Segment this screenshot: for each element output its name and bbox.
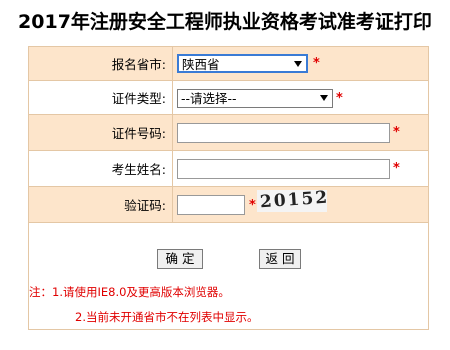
required-mark: *	[393, 125, 400, 140]
name-row: 考生姓名: *	[29, 151, 428, 187]
required-mark: *	[313, 56, 320, 71]
chevron-down-icon	[294, 61, 302, 67]
province-label: 报名省市:	[29, 47, 173, 80]
captcha-row: 验证码: * 20152	[29, 187, 428, 223]
note-line-2: 2.当前未开通省市不在列表中显示。	[75, 310, 259, 324]
captcha-label: 验证码:	[29, 187, 173, 222]
required-mark: *	[393, 161, 400, 176]
cert-number-input[interactable]	[177, 123, 390, 143]
captcha-image[interactable]: 20152	[257, 190, 327, 212]
cert-number-row: 证件号码: *	[29, 115, 428, 151]
province-select[interactable]: 陕西省	[177, 54, 308, 73]
note-line-1: 注：1.请使用IE8.0及更高版本浏览器。	[29, 285, 230, 299]
print-form: 报名省市: 陕西省 * 证件类型: --请选择-- * 证件号码: * 考生姓名…	[28, 46, 429, 330]
cert-type-select-value: --请选择--	[181, 91, 237, 106]
back-button[interactable]: 返 回	[259, 249, 301, 269]
chevron-down-icon	[320, 95, 328, 101]
cert-type-select[interactable]: --请选择--	[177, 89, 333, 108]
required-mark: *	[249, 198, 256, 213]
page-title: 2017年注册安全工程师执业资格考试准考证打印	[18, 11, 432, 33]
cert-type-row: 证件类型: --请选择-- *	[29, 81, 428, 115]
button-row: 确 定 返 回	[29, 223, 428, 273]
province-select-value: 陕西省	[182, 57, 220, 72]
required-mark: *	[336, 91, 343, 106]
name-label: 考生姓名:	[29, 151, 173, 186]
confirm-button[interactable]: 确 定	[157, 249, 203, 269]
cert-number-label: 证件号码:	[29, 115, 173, 150]
name-input[interactable]	[177, 159, 390, 179]
captcha-image-text: 20152	[259, 190, 327, 212]
province-row: 报名省市: 陕西省 *	[29, 47, 428, 81]
cert-type-label: 证件类型:	[29, 81, 173, 114]
captcha-input[interactable]	[177, 195, 245, 215]
